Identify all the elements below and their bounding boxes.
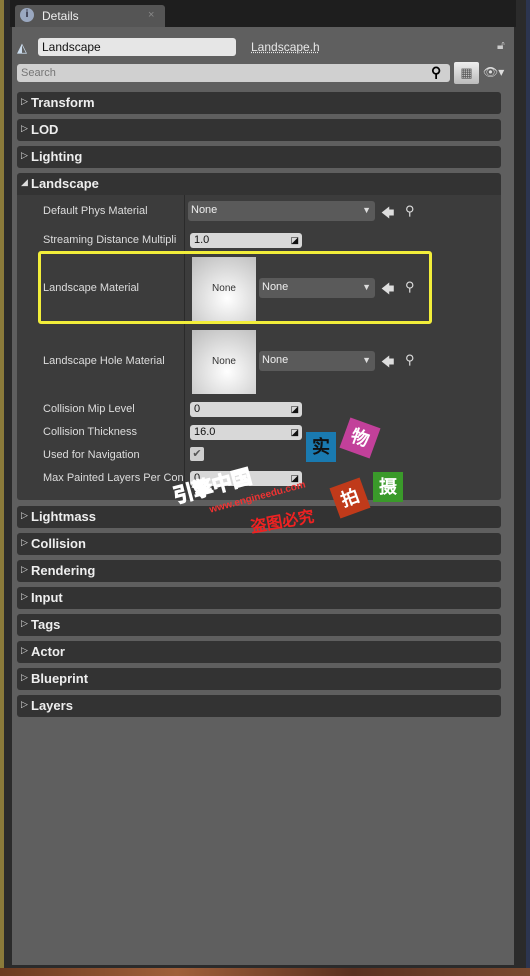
expand-arrow-icon: ▷ (21, 645, 28, 655)
max-painted-layers-label: Max Painted Layers Per Con (43, 472, 184, 484)
expand-arrow-icon: ▷ (21, 618, 28, 628)
expand-arrow-icon: ▷ (21, 672, 28, 682)
category-lod[interactable]: ▷ LOD (17, 119, 501, 141)
category-blueprint[interactable]: ▷ Blueprint (17, 668, 501, 690)
expand-arrow-icon: ▷ (21, 96, 28, 106)
resize-handle-icon: ◪ (290, 427, 299, 437)
column-splitter[interactable] (184, 195, 185, 500)
expand-arrow-icon: ▷ (21, 150, 28, 160)
watermark-stamp: 实 (306, 432, 336, 462)
streaming-distance-input[interactable]: 1.0 ◪ (190, 233, 302, 248)
category-collision[interactable]: ▷ Collision (17, 533, 501, 555)
view-options-eye-icon[interactable]: 👁︎▾ (483, 65, 504, 79)
search-icon[interactable]: ⚲ (431, 64, 441, 81)
close-icon[interactable]: × (148, 9, 154, 21)
header-link[interactable]: Landscape.h (251, 40, 320, 54)
expand-arrow-icon: ▷ (21, 123, 28, 133)
default-phys-material-combo[interactable]: None ▼ (188, 201, 375, 221)
hole-material-combo[interactable]: None ▼ (259, 351, 375, 371)
expand-arrow-icon: ▷ (21, 537, 28, 547)
used-for-navigation-checkbox[interactable]: ✔ (190, 447, 204, 461)
expand-arrow-icon: ▷ (21, 699, 28, 709)
category-actor[interactable]: ▷ Actor (17, 641, 501, 663)
lock-icon[interactable]: 🔓︎ (497, 38, 511, 52)
info-icon: i (20, 8, 34, 22)
expand-arrow-icon: ▷ (21, 591, 28, 601)
category-layers[interactable]: ▷ Layers (17, 695, 501, 717)
window-edge-right (526, 0, 530, 976)
streaming-distance-label: Streaming Distance Multipli (43, 234, 177, 246)
default-phys-material-label: Default Phys Material (43, 205, 148, 217)
category-landscape[interactable]: ◢ Landscape (17, 173, 501, 195)
chevron-down-icon: ▼ (362, 355, 371, 365)
hole-material-label: Landscape Hole Material (43, 355, 165, 367)
hole-material-thumbnail[interactable]: None (192, 330, 256, 394)
browse-search-icon[interactable]: ⚲ (405, 203, 415, 219)
tab-label: Details (42, 9, 79, 23)
collision-mip-input[interactable]: 0 ◪ (190, 402, 302, 417)
collision-mip-label: Collision Mip Level (43, 403, 135, 415)
chevron-down-icon: ▼ (362, 205, 371, 215)
category-tags[interactable]: ▷ Tags (17, 614, 501, 636)
used-for-navigation-label: Used for Navigation (43, 449, 140, 461)
use-selected-arrow-icon[interactable]: 🡄 (381, 204, 394, 226)
resize-handle-icon: ◪ (290, 404, 299, 414)
collapse-arrow-icon: ◢ (21, 177, 28, 187)
viewport-strip (0, 968, 530, 976)
category-transform[interactable]: ▷ Transform (17, 92, 501, 114)
search-input[interactable] (17, 64, 450, 82)
watermark-stamp: 摄 (373, 472, 403, 502)
landscape-actor-icon: ◭ (17, 40, 27, 55)
tab-details[interactable]: i Details × (15, 5, 165, 27)
category-rendering[interactable]: ▷ Rendering (17, 560, 501, 582)
expand-arrow-icon: ▷ (21, 564, 28, 574)
expand-arrow-icon: ▷ (21, 510, 28, 520)
use-selected-arrow-icon[interactable]: 🡄 (381, 353, 394, 375)
browse-search-icon[interactable]: ⚲ (405, 352, 415, 368)
collision-thickness-label: Collision Thickness (43, 426, 137, 438)
actor-name-input[interactable]: Landscape (38, 38, 236, 56)
highlight-box (38, 251, 432, 324)
resize-handle-icon: ◪ (290, 235, 299, 245)
category-input[interactable]: ▷ Input (17, 587, 501, 609)
category-lighting[interactable]: ▷ Lighting (17, 146, 501, 168)
collision-thickness-input[interactable]: 16.0 ◪ (190, 425, 302, 440)
property-matrix-button[interactable]: ▦ (454, 62, 479, 84)
window-edge-left (0, 0, 4, 976)
